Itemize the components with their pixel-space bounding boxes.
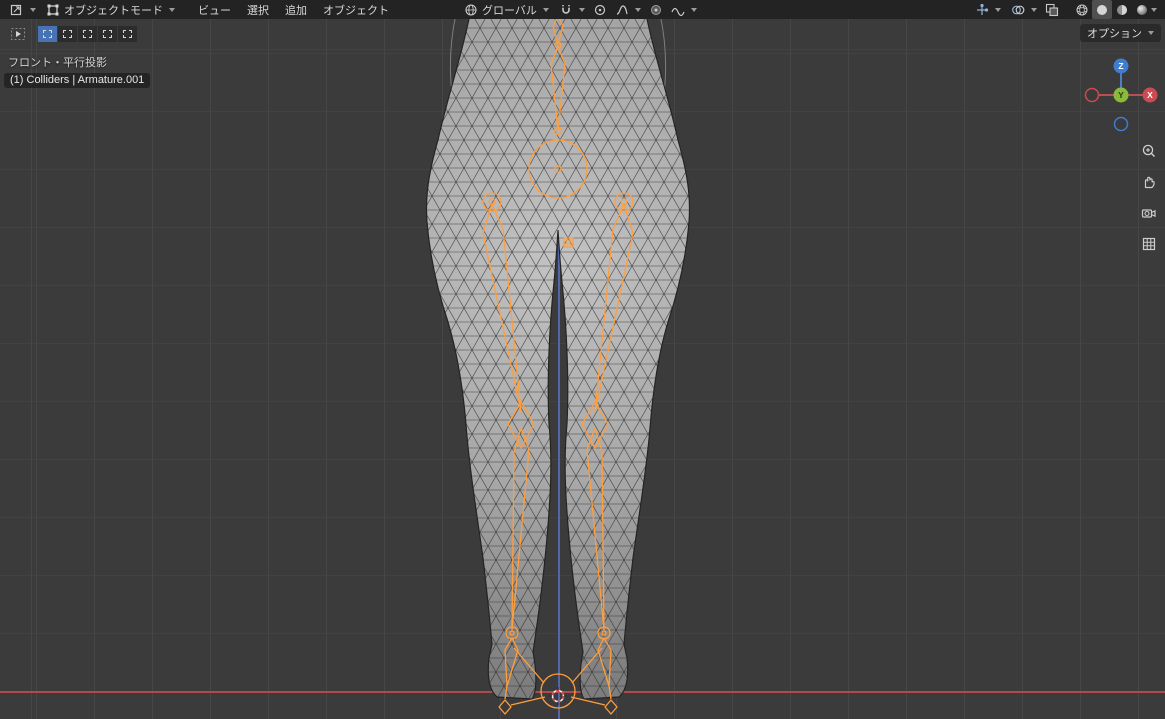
- toolbar-toggle-icon: [11, 28, 25, 40]
- toggle-xray-button[interactable]: [1042, 0, 1062, 19]
- dropdown-chevron-icon: [543, 8, 549, 12]
- shading-rendered-icon: [1135, 3, 1149, 17]
- select-intersect-icon: [123, 30, 132, 38]
- editor-type-button[interactable]: [5, 0, 41, 19]
- select-box-icon: [43, 30, 52, 38]
- gizmo-x-label: X: [1147, 90, 1153, 100]
- toggle-xray-icon: [1045, 3, 1059, 17]
- header-right-cluster: [970, 0, 1160, 19]
- dropdown-chevron-icon: [1031, 8, 1037, 12]
- smooth-curve-icon: [671, 3, 685, 17]
- dropdown-chevron-icon: [30, 8, 36, 12]
- transform-orientation-selector[interactable]: グローバル: [459, 0, 554, 19]
- show-overlays-icon: [1011, 3, 1025, 17]
- snap-toggle[interactable]: [554, 0, 590, 19]
- dropdown-chevron-icon: [1151, 8, 1157, 12]
- options-label: オプション: [1087, 25, 1142, 41]
- active-object-breadcrumb: (1) Colliders | Armature.001: [4, 73, 150, 88]
- orientation-label: グローバル: [482, 2, 537, 18]
- options-button[interactable]: オプション: [1080, 24, 1161, 42]
- global-orientation-icon: [464, 3, 478, 17]
- show-gizmo-icon: [975, 3, 989, 17]
- shading-wireframe-icon: [1075, 3, 1089, 17]
- shading-solid-icon: [1095, 3, 1109, 17]
- pan-hand-icon: [1141, 174, 1157, 190]
- z-axis-line: [558, 19, 560, 719]
- select-mode-set[interactable]: [38, 26, 57, 42]
- select-invert-icon: [103, 30, 112, 38]
- dropdown-chevron-icon: [579, 8, 585, 12]
- proportional-editing-icon: [593, 3, 607, 17]
- menu-view[interactable]: ビュー: [190, 0, 239, 19]
- show-gizmo-toggle[interactable]: [970, 0, 1006, 19]
- object-mode-icon: [46, 3, 60, 17]
- select-mode-intersect[interactable]: [118, 26, 137, 42]
- select-mode-extend[interactable]: [58, 26, 77, 42]
- select-mode-group: [38, 26, 137, 42]
- dropdown-chevron-icon: [1148, 31, 1154, 35]
- shading-solid-button[interactable]: [1092, 0, 1112, 19]
- select-subtract-icon: [83, 30, 92, 38]
- axis-gizmo[interactable]: Z X Y: [1084, 56, 1160, 136]
- shading-material-icon: [1115, 3, 1129, 17]
- editor-type-icon: [10, 3, 24, 17]
- shading-rendered-button[interactable]: [1132, 0, 1160, 19]
- smooth-falloff-selector[interactable]: [666, 0, 702, 19]
- show-overlays-toggle[interactable]: [1006, 0, 1042, 19]
- select-extend-icon: [63, 30, 72, 38]
- dropdown-chevron-icon: [169, 8, 175, 12]
- top-bar: オブジェクトモード ビュー 選択 追加 オブジェクト グローバル: [0, 0, 1165, 19]
- zoom-icon: [1141, 143, 1157, 159]
- gizmo-axis-z-neg: [1115, 118, 1128, 131]
- target-circle-icon: [649, 3, 663, 17]
- mode-selector[interactable]: オブジェクトモード: [41, 0, 180, 19]
- toolbar-toggle-button[interactable]: [7, 26, 29, 42]
- gizmo-axis-x-neg: [1086, 89, 1099, 102]
- dropdown-chevron-icon: [691, 8, 697, 12]
- gizmo-y-label: Y: [1118, 90, 1124, 100]
- dropdown-chevron-icon: [995, 8, 1001, 12]
- proportional-falloff-selector[interactable]: [610, 0, 646, 19]
- magnet-snap-icon: [559, 3, 573, 17]
- menu-select[interactable]: 選択: [239, 0, 277, 19]
- dropdown-chevron-icon: [635, 8, 641, 12]
- camera-view-button[interactable]: [1139, 203, 1159, 223]
- shading-material-button[interactable]: [1112, 0, 1132, 19]
- snap-target-toggle[interactable]: [646, 0, 666, 19]
- shading-wireframe-button[interactable]: [1072, 0, 1092, 19]
- viewport-nav-icons: [1139, 141, 1159, 254]
- pan-button[interactable]: [1139, 172, 1159, 192]
- camera-view-icon: [1141, 205, 1157, 221]
- menu-add[interactable]: 追加: [277, 0, 315, 19]
- x-axis-line: [0, 691, 1165, 693]
- gizmo-z-label: Z: [1118, 61, 1123, 71]
- proportional-falloff-icon: [615, 3, 629, 17]
- select-mode-invert[interactable]: [98, 26, 117, 42]
- mode-label: オブジェクトモード: [64, 2, 163, 18]
- toggle-grid-button[interactable]: [1139, 234, 1159, 254]
- viewport-3d[interactable]: [0, 19, 1165, 719]
- view-mode-label: フロント・平行投影: [8, 54, 107, 70]
- proportional-editing-toggle[interactable]: [590, 0, 610, 19]
- zoom-button[interactable]: [1139, 141, 1159, 161]
- toggle-grid-icon: [1141, 236, 1157, 252]
- menu-object[interactable]: オブジェクト: [315, 0, 397, 19]
- select-mode-subtract[interactable]: [78, 26, 97, 42]
